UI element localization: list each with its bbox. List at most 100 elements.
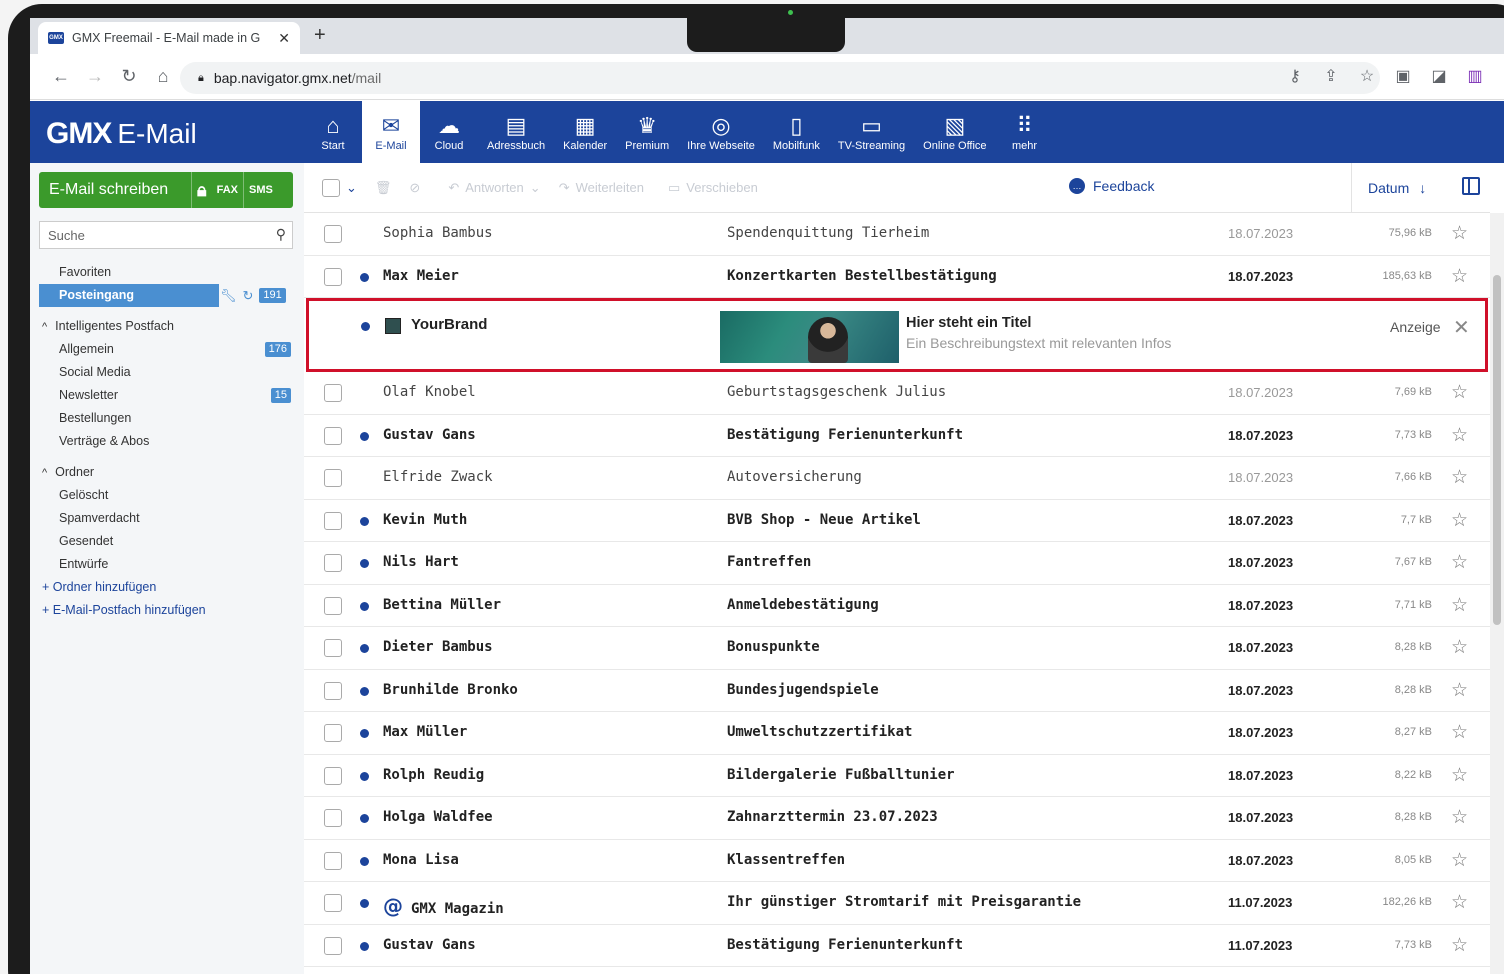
row-checkbox[interactable] bbox=[324, 724, 342, 742]
mail-row[interactable]: Sophia Bambus Spendenquittung Tierheim 18.… bbox=[304, 213, 1490, 256]
row-checkbox[interactable] bbox=[324, 936, 342, 955]
row-checkbox[interactable] bbox=[324, 851, 342, 870]
spam-icon[interactable]: ⊘ bbox=[409, 180, 420, 196]
compose-button[interactable]: E-Mail schreiben bbox=[39, 181, 191, 199]
add-mailbox-link[interactable]: + E-Mail-Postfach hinzufügen bbox=[30, 599, 304, 622]
folder-favorites[interactable]: Favoriten bbox=[30, 261, 304, 284]
folder-bestellungen[interactable]: Bestellungen bbox=[30, 407, 304, 430]
folder-item[interactable]: Entwürfe bbox=[30, 553, 304, 576]
row-checkbox[interactable] bbox=[324, 426, 342, 445]
folder-social-media[interactable]: Social Media bbox=[30, 361, 304, 384]
reload-icon[interactable]: ↻ bbox=[112, 66, 146, 87]
search-input[interactable]: Suche ⚲ bbox=[39, 221, 293, 249]
mail-row[interactable]: @ GMX Magazin Ihr günstiger Stromtarif mit… bbox=[304, 882, 1490, 925]
star-icon[interactable]: ☆ bbox=[1451, 934, 1468, 957]
home-icon[interactable]: ⌂ bbox=[146, 66, 180, 87]
nav-cloud[interactable]: ☁ Cloud bbox=[420, 101, 478, 163]
nav-premium[interactable]: ♛ Premium bbox=[616, 101, 678, 163]
search-icon[interactable]: ⚲ bbox=[276, 226, 286, 243]
mail-row[interactable]: Elfride Zwack Autoversicherung 18.07.2023 7… bbox=[304, 457, 1490, 500]
fax-button[interactable]: FAX bbox=[212, 184, 243, 196]
wrench-icon[interactable]: 🔧︎ bbox=[220, 288, 237, 304]
add-folder-link[interactable]: + Ordner hinzufügen bbox=[30, 576, 304, 599]
lock-icon[interactable]: 🔒︎ bbox=[192, 180, 212, 201]
star-icon[interactable]: ☆ bbox=[1451, 806, 1468, 829]
folder-item[interactable]: Gelöscht bbox=[30, 484, 304, 507]
folder-inbox[interactable]: Posteingang bbox=[39, 284, 219, 307]
mail-row[interactable]: Dieter Bambus Bonuspunkte 18.07.2023 8,28 k… bbox=[304, 627, 1490, 670]
row-checkbox[interactable] bbox=[324, 596, 342, 615]
mail-row[interactable]: Olaf Knobel Geburtstagsgeschenk Julius 18.… bbox=[304, 372, 1490, 415]
select-all-checkbox[interactable] bbox=[322, 178, 340, 197]
sort-button[interactable]: Datum ↓ bbox=[1351, 163, 1426, 213]
star-icon[interactable]: ☆ bbox=[1451, 679, 1468, 702]
close-tab-icon[interactable]: ✕ bbox=[278, 30, 290, 47]
mail-row[interactable]: Gustav Gans Bestätigung Ferienunterkunft 1… bbox=[304, 415, 1490, 457]
chevron-down-icon[interactable]: ⌄ bbox=[346, 180, 357, 196]
row-checkbox[interactable] bbox=[324, 554, 342, 572]
scrollbar-thumb[interactable] bbox=[1493, 275, 1501, 625]
new-tab-button[interactable]: + bbox=[314, 24, 326, 47]
star-icon[interactable]: ☆ bbox=[1451, 721, 1468, 744]
star-icon[interactable]: ☆ bbox=[1451, 849, 1468, 872]
refresh-icon[interactable]: ↻ bbox=[243, 288, 254, 304]
layout-toggle-icon[interactable] bbox=[1462, 177, 1480, 195]
star-icon[interactable]: ☆ bbox=[1451, 466, 1468, 489]
nav-mobilfunk[interactable]: ▯ Mobilfunk bbox=[764, 101, 829, 163]
mail-row[interactable]: Gustav Gans Bestätigung Ferienunterkunft 1… bbox=[304, 925, 1490, 967]
mail-row[interactable]: Max Meier Konzertkarten Bestellbestätigun… bbox=[304, 256, 1490, 298]
bookmark-star-icon[interactable]: ☆ bbox=[1356, 66, 1378, 86]
row-checkbox[interactable] bbox=[324, 894, 342, 912]
mail-row[interactable]: Max Müller Umweltschutzzertifikat 18.07.20… bbox=[304, 712, 1490, 755]
url-field[interactable]: 🔒︎ bap.navigator.gmx.net/mail bbox=[180, 62, 1380, 94]
share-icon[interactable]: ⇪ bbox=[1320, 66, 1342, 86]
row-checkbox[interactable] bbox=[324, 384, 342, 402]
mail-row[interactable]: Kevin Muth BVB Shop - Neue Artikel 18.07.2… bbox=[304, 500, 1490, 542]
trash-icon[interactable]: 🗑︎ bbox=[375, 180, 392, 196]
row-checkbox[interactable] bbox=[324, 681, 342, 700]
star-icon[interactable]: ☆ bbox=[1451, 381, 1468, 404]
reply-button[interactable]: ↶ Antworten ⌄ bbox=[448, 180, 540, 196]
extension-n-icon[interactable]: ▣ bbox=[1392, 66, 1414, 86]
mail-row[interactable]: Nils Hart Fantreffen 18.07.2023 7,67 kB ☆ bbox=[304, 542, 1490, 585]
move-button[interactable]: ▭ Verschieben bbox=[668, 180, 758, 196]
star-icon[interactable]: ☆ bbox=[1451, 594, 1468, 617]
key-icon[interactable]: ⚷ bbox=[1284, 66, 1306, 86]
mail-row[interactable]: Rolph Reudig Bildergalerie Fußballtunier 1… bbox=[304, 755, 1490, 797]
nav-start[interactable]: ⌂ Start bbox=[304, 101, 362, 163]
folder-allgemein[interactable]: Allgemein 176 bbox=[30, 338, 304, 361]
back-icon[interactable]: ← bbox=[44, 66, 78, 87]
forward-button[interactable]: ↷ Weiterleiten bbox=[559, 180, 644, 196]
mail-row[interactable]: Bettina Müller Anmeldebestätigung 18.07.20… bbox=[304, 585, 1490, 627]
feedback-button[interactable]: … Feedback bbox=[1069, 178, 1154, 194]
star-icon[interactable]: ☆ bbox=[1451, 222, 1468, 245]
row-checkbox[interactable] bbox=[324, 225, 342, 243]
folder-newsletter[interactable]: Newsletter 15 bbox=[30, 384, 304, 407]
nav-ihre-webseite[interactable]: ◎ Ihre Webseite bbox=[678, 101, 764, 163]
gmx-logo[interactable]: GMX E-Mail bbox=[46, 117, 197, 151]
row-checkbox[interactable] bbox=[324, 639, 342, 657]
nav-adressbuch[interactable]: ▤ Adressbuch bbox=[478, 101, 554, 163]
star-icon[interactable]: ☆ bbox=[1451, 636, 1468, 659]
group-folders[interactable]: Ordner bbox=[30, 461, 304, 484]
mail-row[interactable]: Mona Lisa Klassentreffen 18.07.2023 8,05 kB… bbox=[304, 840, 1490, 882]
star-icon[interactable]: ☆ bbox=[1451, 424, 1468, 447]
star-icon[interactable]: ☆ bbox=[1451, 265, 1468, 288]
star-icon[interactable]: ☆ bbox=[1451, 891, 1468, 914]
folder-vertr-ge-abos[interactable]: Verträge & Abos bbox=[30, 430, 304, 453]
star-icon[interactable]: ☆ bbox=[1451, 509, 1468, 532]
folder-item[interactable]: Gesendet bbox=[30, 530, 304, 553]
nav-online-office[interactable]: ▧ Online Office bbox=[914, 101, 995, 163]
close-ad-icon[interactable]: ✕ bbox=[1453, 315, 1470, 340]
nav-kalender[interactable]: ▦ Kalender bbox=[554, 101, 616, 163]
scrollbar[interactable] bbox=[1490, 213, 1504, 974]
nav-mehr[interactable]: ⠿ mehr bbox=[996, 101, 1054, 163]
mail-row[interactable]: Holga Waldfee Zahnarzttermin 23.07.2023 18… bbox=[304, 797, 1490, 840]
group-smart-mailbox[interactable]: Intelligentes Postfach bbox=[30, 315, 304, 338]
extension-send-icon[interactable]: ◪ bbox=[1428, 66, 1450, 86]
row-checkbox[interactable] bbox=[324, 511, 342, 530]
row-checkbox[interactable] bbox=[324, 766, 342, 785]
forward-icon[interactable]: → bbox=[78, 66, 112, 87]
row-checkbox[interactable] bbox=[324, 267, 342, 286]
star-icon[interactable]: ☆ bbox=[1451, 764, 1468, 787]
